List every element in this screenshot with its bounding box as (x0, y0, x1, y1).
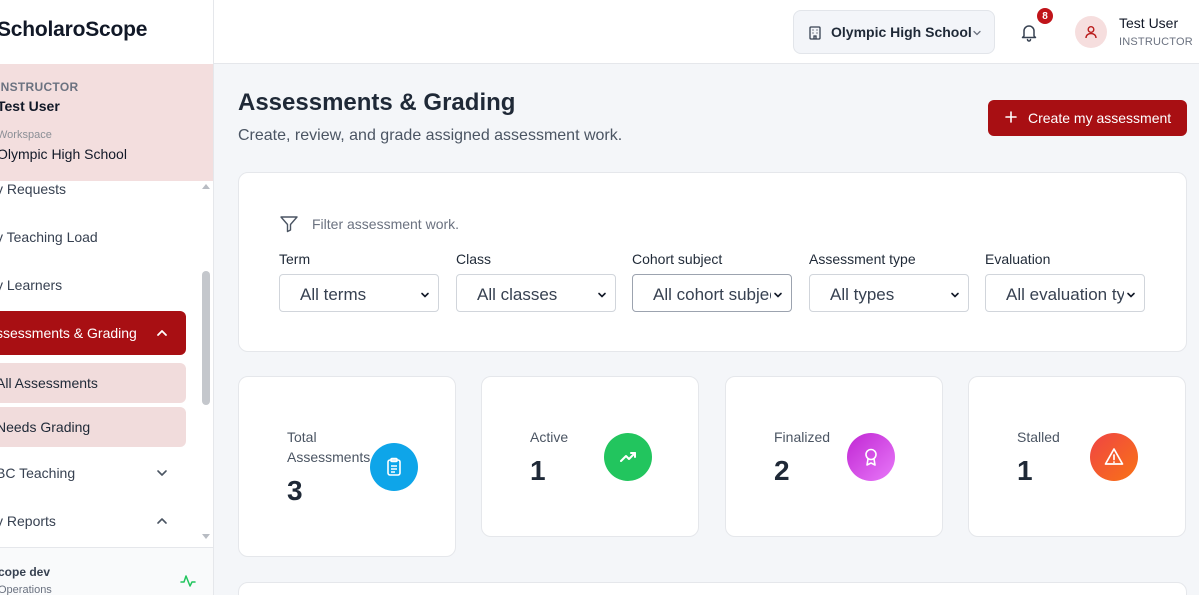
select-value: All cohort subjects (653, 285, 771, 304)
filter-label: Term (279, 251, 311, 267)
sidebar-item-teaching-load[interactable]: y Teaching Load (0, 216, 186, 258)
filter-header: Filter assessment work. (279, 214, 459, 234)
stat-label: Finalized (774, 429, 831, 445)
sidebar-item-learners[interactable]: y Learners (0, 264, 186, 306)
filter-label: Evaluation (985, 251, 1051, 267)
filter-class: Class All classes (456, 251, 618, 312)
chevron-down-icon (1127, 292, 1135, 298)
stat-icon-badge (1090, 433, 1138, 481)
filter-evaluation: Evaluation All evaluation types (985, 251, 1147, 312)
sidebar-item-label: y Learners (0, 277, 63, 293)
avatar[interactable] (1075, 16, 1107, 48)
chevron-down-icon (973, 30, 981, 36)
award-icon (865, 448, 877, 466)
stat-card-stalled: Stalled 1 (968, 376, 1186, 537)
stat-label: Active (530, 429, 569, 445)
user-role: INSTRUCTOR (0, 80, 79, 94)
school-name: Olympic High School (831, 24, 972, 40)
sidebar-item-label: y Teaching Load (0, 229, 98, 245)
topbar-user-role: INSTRUCTOR (1119, 36, 1193, 48)
workspace-name: Olympic High School (0, 146, 127, 162)
term-select[interactable]: All terms (279, 274, 439, 312)
chevron-up-icon (157, 330, 167, 336)
chevron-down-icon (598, 292, 606, 298)
evaluation-select[interactable]: All evaluation types (985, 274, 1145, 312)
stat-icon-badge (847, 433, 895, 481)
chevron-down-icon (951, 292, 959, 298)
footer-title: cope dev (0, 565, 51, 579)
filter-label: Class (456, 251, 492, 267)
class-select[interactable]: All classes (456, 274, 616, 312)
stat-icon-badge (370, 443, 418, 491)
page-title: Assessments & Grading (238, 89, 516, 116)
filter-heading: Filter assessment work. (312, 216, 460, 232)
scroll-up-arrow[interactable] (202, 184, 210, 189)
scroll-down-arrow[interactable] (202, 534, 210, 539)
filter-assessment-type: Assessment type All types (809, 251, 971, 312)
filter-label: Cohort subject (632, 251, 723, 267)
cohort-subject-select[interactable]: All cohort subjects (632, 274, 792, 312)
select-value: All evaluation types (1006, 285, 1124, 304)
stat-icon-badge (604, 433, 652, 481)
stat-value: 1 (530, 455, 546, 486)
sidebar-item-label: Needs Grading (0, 419, 91, 435)
plus-icon (1005, 111, 1017, 123)
school-switcher[interactable]: Olympic High School (793, 10, 995, 54)
stat-value: 3 (287, 475, 303, 506)
assessment-list-card (238, 582, 1187, 595)
bell-icon[interactable] (1019, 22, 1039, 42)
sidebar-item-cbc-teaching[interactable]: BC Teaching (0, 452, 186, 494)
stat-card-finalized: Finalized 2 (725, 376, 943, 537)
sidebar-item-needs-grading[interactable]: Needs Grading (0, 407, 186, 447)
workspace-label: Workspace (0, 129, 52, 141)
brand-logo[interactable]: ScholaroScope (0, 18, 147, 42)
stat-value: 1 (1017, 455, 1033, 486)
page-subtitle: Create, review, and grade assigned asses… (238, 127, 623, 144)
sidebar-item-requests[interactable]: y Requests (0, 168, 186, 210)
footer-subtitle: Operations (0, 584, 52, 595)
topbar: Olympic High School 8 Test User INSTRUCT… (214, 0, 1199, 64)
stat-label: Stalled (1017, 429, 1060, 445)
sidebar-footer: cope dev Operations (0, 547, 213, 595)
user-name: Test User (0, 98, 60, 114)
assessment-type-select[interactable]: All types (809, 274, 969, 312)
filter-term: Term All terms (279, 251, 441, 312)
filter-cohort-subject: Cohort subject All cohort subjects (632, 251, 794, 312)
chevron-up-icon (157, 518, 167, 524)
create-assessment-label: Create my assessment (1028, 110, 1172, 126)
select-value: All terms (300, 285, 367, 304)
chevron-down-icon (157, 470, 167, 476)
sidebar-item-label: y Requests (0, 181, 67, 197)
stat-card-active: Active 1 (481, 376, 699, 537)
sidebar: ScholaroScope INSTRUCTOR Test User Works… (0, 0, 214, 595)
notification-badge: 8 (1037, 8, 1053, 24)
filter-card: Filter assessment work. Term All terms C… (238, 172, 1187, 352)
building-icon (809, 26, 821, 40)
alert-triangle-icon (1104, 448, 1124, 465)
user-icon (1085, 26, 1097, 39)
filter-label: Assessment type (809, 251, 916, 267)
topbar-user-name: Test User (1119, 15, 1179, 31)
filter-icon (280, 216, 298, 233)
select-value: All types (830, 285, 895, 304)
trending-up-icon (620, 452, 636, 462)
chevron-down-icon (774, 292, 782, 298)
user-panel: INSTRUCTOR Test User Workspace Olympic H… (0, 64, 213, 181)
select-value: All classes (477, 285, 558, 304)
chevron-down-icon (421, 292, 429, 298)
stat-label: Total Assessments (287, 429, 371, 465)
sidebar-item-all-assessments[interactable]: All Assessments (0, 363, 186, 403)
sidebar-item-assessments-grading[interactable]: ssessments & Grading (0, 311, 186, 355)
stat-card-total: Total Assessments 3 (238, 376, 456, 557)
stat-value: 2 (774, 455, 790, 486)
sidebar-item-reports[interactable]: y Reports (0, 500, 186, 542)
create-assessment-button[interactable]: Create my assessment (988, 100, 1187, 136)
clipboard-icon (387, 457, 401, 476)
sidebar-item-label: BC Teaching (0, 465, 76, 481)
sidebar-scrollbar-thumb[interactable] (202, 271, 210, 405)
sidebar-item-label: All Assessments (0, 375, 98, 391)
sidebar-item-label: y Reports (0, 513, 56, 529)
sidebar-item-label: ssessments & Grading (0, 325, 137, 341)
activity-icon (180, 575, 196, 587)
